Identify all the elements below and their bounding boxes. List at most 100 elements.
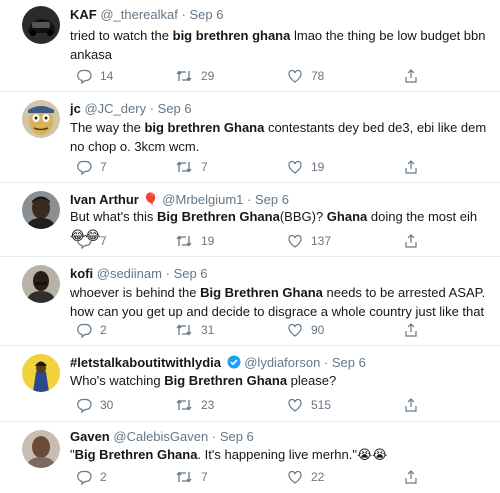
timestamp[interactable]: Sep 6 [158, 101, 192, 116]
reply-icon [77, 470, 92, 485]
reply-count: 2 [100, 323, 107, 337]
username[interactable]: @_therealkaf [100, 7, 178, 22]
tweet[interactable]: jc @JC_dery · Sep 6 The way the big bret… [0, 92, 500, 183]
tweet-actions: 2 31 90 [70, 322, 500, 340]
retweet-button[interactable]: 7 [175, 469, 208, 485]
display-name[interactable]: Gaven [70, 429, 110, 444]
tweet-header: Ivan Arthur 🎈 @Mrbelgium1 · Sep 6 [70, 192, 289, 207]
reply-button[interactable]: 14 [76, 68, 113, 84]
like-button[interactable]: 515 [287, 397, 331, 413]
timestamp[interactable]: Sep 6 [332, 355, 366, 370]
text-segment: Who's watching [70, 373, 165, 388]
tweet-text: whoever is behind the Big Brethren Ghana… [70, 283, 488, 321]
retweet-button[interactable]: 19 [175, 233, 214, 249]
avatar[interactable] [22, 6, 60, 44]
tweet-actions: 14 29 78 [70, 68, 500, 86]
man-portrait-avatar-icon [22, 430, 60, 468]
share-button[interactable] [403, 68, 419, 84]
tweet-header: Gaven @CalebisGaven · Sep 6 [70, 429, 254, 444]
reply-icon [77, 234, 92, 249]
highlighted-term: Big Brethren Ghana [164, 373, 288, 388]
heart-icon [288, 69, 302, 83]
like-count: 515 [311, 398, 332, 412]
username[interactable]: @Mrbelgium1 [162, 192, 243, 207]
share-button[interactable] [403, 397, 419, 413]
tweet-text: The way the big brethren Ghana contestan… [70, 118, 488, 156]
tweet[interactable]: Gaven @CalebisGaven · Sep 6 "Big Brethre… [0, 422, 500, 493]
avatar[interactable] [22, 265, 60, 303]
tweet-header: jc @JC_dery · Sep 6 [70, 101, 192, 116]
avatar[interactable] [22, 354, 60, 392]
tweet-header: KAF @_therealkaf · Sep 6 [70, 7, 224, 22]
text-segment: whoever is behind the [70, 285, 201, 300]
tweet-actions: 2 7 22 [70, 469, 500, 487]
timestamp[interactable]: Sep 6 [220, 429, 254, 444]
retweet-count: 19 [201, 234, 215, 248]
reply-button[interactable]: 2 [76, 469, 107, 485]
share-icon [405, 323, 417, 337]
share-icon [405, 69, 417, 83]
like-button[interactable]: 78 [287, 68, 324, 84]
highlighted-term: Big Brethren Ghana [200, 285, 323, 300]
retweet-button[interactable]: 29 [175, 68, 214, 84]
tweet-actions: 30 23 515 [70, 397, 500, 415]
display-name[interactable]: #letstalkaboutitwithlydia [70, 355, 221, 370]
display-name[interactable]: kofi [70, 266, 93, 281]
timestamp[interactable]: Sep 6 [255, 192, 289, 207]
tweet-text: "Big Brethren Ghana. It's happening live… [70, 445, 488, 464]
retweet-button[interactable]: 7 [175, 159, 208, 175]
like-count: 137 [311, 234, 332, 248]
reply-button[interactable]: 7 [76, 233, 107, 249]
avatar[interactable] [22, 100, 60, 138]
heart-icon [288, 470, 302, 484]
reply-count: 2 [100, 470, 107, 484]
tweet[interactable]: Ivan Arthur 🎈 @Mrbelgium1 · Sep 6 But wh… [0, 183, 500, 257]
like-count: 22 [311, 470, 325, 484]
text-segment: But what's this [70, 209, 158, 224]
reply-button[interactable]: 2 [76, 322, 107, 338]
share-button[interactable] [403, 233, 419, 249]
username[interactable]: @CalebisGaven [113, 429, 208, 444]
reply-count: 7 [100, 234, 107, 248]
highlighted-term: big brethren Ghana [144, 120, 265, 135]
reply-count: 14 [100, 69, 114, 83]
share-button[interactable] [403, 469, 419, 485]
tweet-actions: 7 19 137 [70, 233, 500, 251]
text-segment: please? [287, 373, 337, 388]
reply-count: 7 [100, 160, 107, 174]
share-icon [405, 470, 417, 484]
share-icon [405, 234, 417, 248]
avatar[interactable] [22, 191, 60, 229]
share-button[interactable] [403, 159, 419, 175]
reply-icon [77, 323, 92, 338]
heart-icon [288, 234, 302, 248]
text-segment: . It's happening live merhn."😭😭 [197, 447, 388, 462]
timestamp[interactable]: Sep 6 [174, 266, 208, 281]
username[interactable]: @lydiaforson [244, 355, 320, 370]
reply-icon [77, 69, 92, 84]
retweet-button[interactable]: 23 [175, 397, 214, 413]
display-name[interactable]: jc [70, 101, 81, 116]
like-button[interactable]: 22 [287, 469, 324, 485]
username[interactable]: @sediinam [97, 266, 162, 281]
tweet[interactable]: kofi @sediinam · Sep 6 whoever is behind… [0, 257, 500, 346]
tweet[interactable]: KAF @_therealkaf · Sep 6 tried to watch … [0, 0, 500, 92]
like-button[interactable]: 137 [287, 233, 331, 249]
share-button[interactable] [403, 322, 419, 338]
reply-button[interactable]: 30 [76, 397, 113, 413]
tweet[interactable]: #letstalkaboutitwithlydia @lydiaforson ·… [0, 346, 500, 422]
username[interactable]: @JC_dery [84, 101, 146, 116]
retweet-icon [176, 161, 192, 173]
display-name[interactable]: Ivan Arthur [70, 192, 139, 207]
retweet-button[interactable]: 31 [175, 322, 214, 338]
like-button[interactable]: 90 [287, 322, 324, 338]
share-icon [405, 398, 417, 412]
highlighted-term: Ghana [326, 209, 368, 224]
reply-button[interactable]: 7 [76, 159, 107, 175]
retweet-icon [176, 70, 192, 82]
display-name[interactable]: KAF [70, 7, 97, 22]
avatar[interactable] [22, 430, 60, 468]
text-segment: The way the [70, 120, 145, 135]
like-button[interactable]: 19 [287, 159, 324, 175]
timestamp[interactable]: Sep 6 [189, 7, 223, 22]
